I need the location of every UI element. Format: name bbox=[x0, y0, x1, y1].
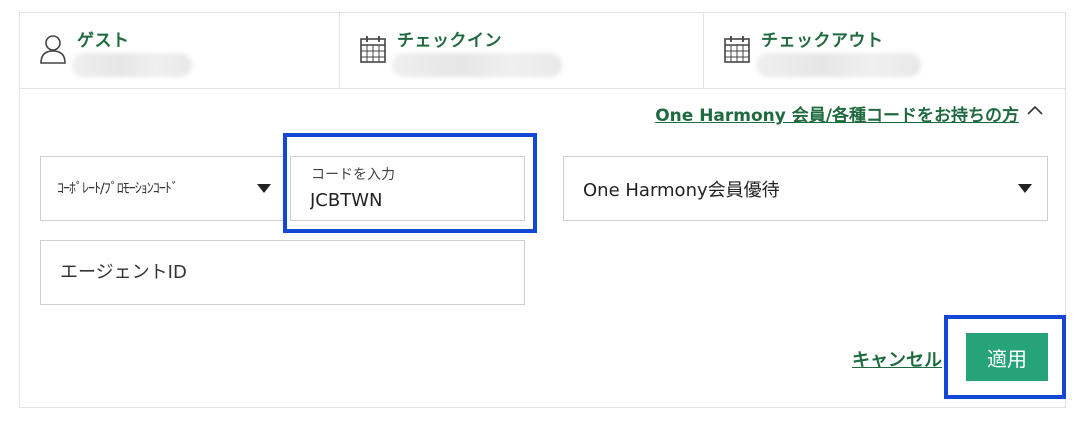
caret-down-icon bbox=[257, 184, 271, 193]
agent-id-field[interactable] bbox=[40, 240, 525, 305]
cancel-link[interactable]: キャンセル bbox=[852, 346, 942, 372]
checkin-label: チェックイン bbox=[397, 31, 502, 51]
guest-label: ゲスト bbox=[77, 31, 130, 51]
stay-summary-bar: ゲスト チェックイン チェックアウト bbox=[20, 13, 1065, 89]
benefit-select[interactable]: One Harmony会員優待 bbox=[563, 156, 1048, 221]
checkin-value-redacted bbox=[392, 53, 562, 77]
member-code-toggle-link[interactable]: One Harmony 会員/各種コードをお持ちの方 bbox=[655, 101, 1019, 126]
checkout-label: チェックアウト bbox=[761, 31, 884, 51]
apply-button[interactable]: 適用 bbox=[966, 333, 1048, 381]
calendar-icon bbox=[724, 36, 750, 63]
caret-down-icon bbox=[1018, 184, 1032, 193]
agent-id-input[interactable] bbox=[60, 259, 500, 285]
checkout-summary[interactable]: チェックアウト bbox=[704, 13, 1065, 88]
guest-summary[interactable]: ゲスト bbox=[20, 13, 340, 88]
code-field[interactable]: コードを入力 bbox=[290, 156, 525, 221]
checkin-summary[interactable]: チェックイン bbox=[340, 13, 704, 88]
chevron-up-icon[interactable] bbox=[1025, 101, 1045, 121]
checkout-value-redacted bbox=[756, 53, 921, 77]
corporate-promo-selected: ｺｰﾎﾟﾚｰﾄ/ﾌﾟﾛﾓｰｼｮﾝｺｰﾄﾞ bbox=[57, 181, 179, 197]
code-input[interactable] bbox=[310, 187, 505, 213]
code-field-label: コードを入力 bbox=[311, 167, 395, 183]
benefit-selected: One Harmony会員優待 bbox=[583, 180, 780, 201]
booking-options-panel: ゲスト チェックイン チェックアウト One Harmony 会員/各種コードを… bbox=[19, 12, 1066, 408]
calendar-icon bbox=[360, 36, 386, 63]
guest-value-redacted bbox=[72, 53, 192, 77]
corporate-promo-select[interactable]: ｺｰﾎﾟﾚｰﾄ/ﾌﾟﾛﾓｰｼｮﾝｺｰﾄﾞ bbox=[40, 156, 284, 221]
user-icon bbox=[40, 35, 66, 64]
